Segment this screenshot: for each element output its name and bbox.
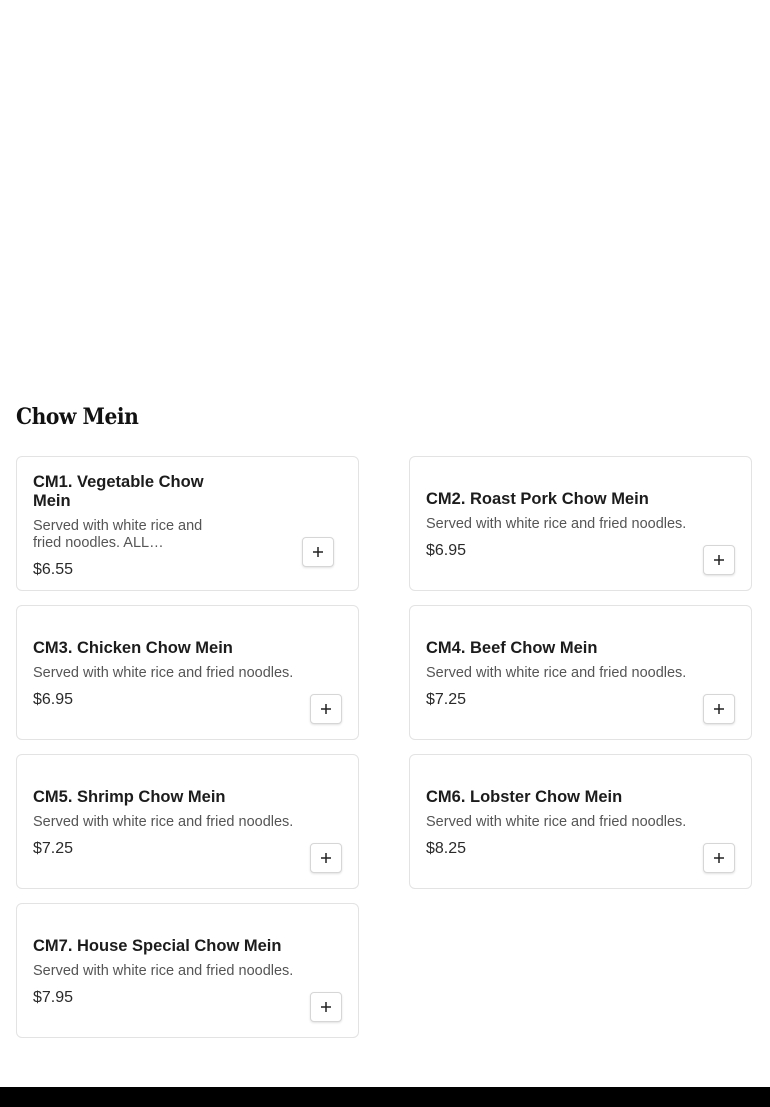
menu-item-card[interactable]: CM1. Vegetable Chow Mein Served with whi…	[16, 456, 359, 591]
item-name: CM7. House Special Chow Mein	[33, 937, 282, 955]
add-to-cart-button[interactable]	[310, 843, 342, 873]
plus-icon	[714, 704, 724, 714]
menu-item-card[interactable]: CM7. House Special Chow Mein Served with…	[16, 903, 359, 1038]
menu-item-card[interactable]: CM2. Roast Pork Chow Mein Served with wh…	[409, 456, 752, 591]
add-to-cart-button[interactable]	[703, 545, 735, 575]
add-to-cart-button[interactable]	[703, 694, 735, 724]
footer-bar	[0, 1087, 770, 1107]
item-description: Served with white rice and fried noodles…	[426, 665, 687, 681]
add-to-cart-button[interactable]	[703, 843, 735, 873]
plus-icon	[714, 555, 724, 565]
menu-item-card[interactable]: CM4. Beef Chow Mein Served with white ri…	[409, 605, 752, 740]
item-price: $8.25	[426, 840, 467, 857]
add-to-cart-button[interactable]	[310, 992, 342, 1022]
hero-image-placeholder	[0, 0, 770, 390]
plus-icon	[714, 853, 724, 863]
item-price: $7.25	[426, 691, 467, 708]
item-price: $7.25	[33, 840, 74, 857]
plus-icon	[321, 853, 331, 863]
item-price: $6.95	[426, 542, 467, 559]
item-name: CM4. Beef Chow Mein	[426, 639, 598, 657]
item-price: $6.55	[33, 561, 74, 578]
item-name: CM2. Roast Pork Chow Mein	[426, 490, 649, 508]
plus-icon	[313, 547, 323, 557]
item-price: $7.95	[33, 989, 74, 1006]
item-description: Served with white rice and fried noodles…	[426, 814, 687, 830]
item-name: CM3. Chicken Chow Mein	[33, 639, 233, 657]
menu-item-card[interactable]: CM5. Shrimp Chow Mein Served with white …	[16, 754, 359, 889]
item-description: Served with white rice and fried noodles…	[33, 665, 294, 681]
item-description: Served with white rice and fried noodles…	[33, 963, 294, 979]
item-price: $6.95	[33, 691, 74, 708]
add-to-cart-button[interactable]	[310, 694, 342, 724]
item-description: Served with white rice and fried noodles…	[426, 516, 687, 532]
section-title: Chow Mein	[16, 404, 139, 430]
item-description: Served with white rice and fried noodles…	[33, 518, 203, 551]
plus-icon	[321, 1002, 331, 1012]
item-name: CM5. Shrimp Chow Mein	[33, 788, 226, 806]
add-to-cart-button[interactable]	[302, 537, 334, 567]
item-description: Served with white rice and fried noodles…	[33, 814, 294, 830]
plus-icon	[321, 704, 331, 714]
menu-item-card[interactable]: CM3. Chicken Chow Mein Served with white…	[16, 605, 359, 740]
item-name: CM6. Lobster Chow Mein	[426, 788, 623, 806]
item-name: CM1. Vegetable Chow Mein	[33, 473, 204, 510]
menu-item-card[interactable]: CM6. Lobster Chow Mein Served with white…	[409, 754, 752, 889]
